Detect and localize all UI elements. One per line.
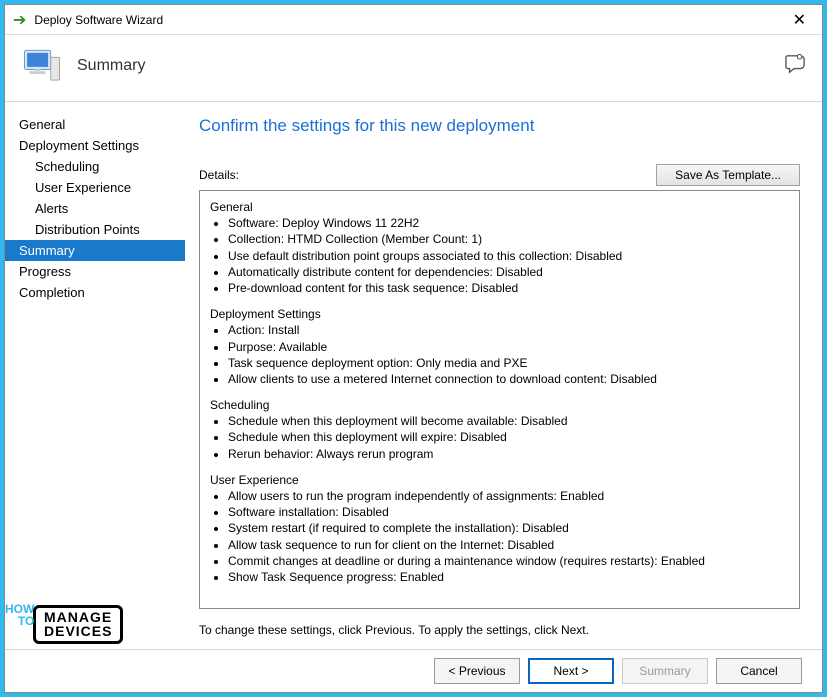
cancel-button[interactable]: Cancel <box>716 658 802 684</box>
list-item: Pre-download content for this task seque… <box>228 280 777 296</box>
list-item: Allow clients to use a metered Internet … <box>228 371 777 387</box>
list-item: Task sequence deployment option: Only me… <box>228 355 777 371</box>
list-item: Commit changes at deadline or during a m… <box>228 553 777 569</box>
list-item: Schedule when this deployment will becom… <box>228 413 777 429</box>
list-item: Automatically distribute content for dep… <box>228 264 777 280</box>
wizard-window: ➔ Deploy Software Wizard ✕ Summary Gener… <box>4 4 823 693</box>
sidebar-item-deployment-settings[interactable]: Deployment Settings <box>5 135 185 156</box>
save-as-template-button[interactable]: Save As Template... <box>656 164 800 186</box>
sidebar-item-general[interactable]: General <box>5 114 185 135</box>
section-list: Schedule when this deployment will becom… <box>228 413 777 462</box>
list-item: Purpose: Available <box>228 339 777 355</box>
close-icon[interactable]: ✕ <box>785 10 814 30</box>
page-title: Summary <box>77 57 145 75</box>
section-title: General <box>210 199 777 215</box>
section-title: Scheduling <box>210 397 777 413</box>
section-list: Action: InstallPurpose: AvailableTask se… <box>228 322 777 387</box>
footer: < Previous Next > Summary Cancel <box>5 649 822 692</box>
previous-button[interactable]: < Previous <box>434 658 520 684</box>
sidebar-item-distribution-points[interactable]: Distribution Points <box>5 219 185 240</box>
computer-icon <box>21 45 63 87</box>
sidebar-item-alerts[interactable]: Alerts <box>5 198 185 219</box>
main-heading: Confirm the settings for this new deploy… <box>199 116 800 136</box>
list-item: Use default distribution point groups as… <box>228 248 777 264</box>
sidebar-item-completion[interactable]: Completion <box>5 282 185 303</box>
list-item: Collection: HTMD Collection (Member Coun… <box>228 231 777 247</box>
list-item: Software: Deploy Windows 11 22H2 <box>228 215 777 231</box>
list-item: Action: Install <box>228 322 777 338</box>
help-icon[interactable] <box>784 54 806 79</box>
sidebar-item-user-experience[interactable]: User Experience <box>5 177 185 198</box>
details-box[interactable]: GeneralSoftware: Deploy Windows 11 22H2C… <box>199 190 800 609</box>
list-item: System restart (if required to complete … <box>228 520 777 536</box>
details-label: Details: <box>199 168 656 182</box>
sidebar: GeneralDeployment SettingsSchedulingUser… <box>5 102 185 649</box>
list-item: Show Task Sequence progress: Enabled <box>228 569 777 585</box>
sidebar-item-progress[interactable]: Progress <box>5 261 185 282</box>
list-item: Allow users to run the program independe… <box>228 488 777 504</box>
summary-button: Summary <box>622 658 708 684</box>
sidebar-item-scheduling[interactable]: Scheduling <box>5 156 185 177</box>
sidebar-item-summary[interactable]: Summary <box>5 240 185 261</box>
list-item: Rerun behavior: Always rerun program <box>228 446 777 462</box>
next-button[interactable]: Next > <box>528 658 614 684</box>
titlebar: ➔ Deploy Software Wizard ✕ <box>5 5 822 35</box>
list-item: Allow task sequence to run for client on… <box>228 537 777 553</box>
section-list: Allow users to run the program independe… <box>228 488 777 585</box>
header: Summary <box>5 35 822 102</box>
hint-text: To change these settings, click Previous… <box>199 623 800 637</box>
section-title: User Experience <box>210 472 777 488</box>
section-list: Software: Deploy Windows 11 22H2Collecti… <box>228 215 777 296</box>
section-title: Deployment Settings <box>210 306 777 322</box>
details-row: Details: Save As Template... <box>199 164 800 186</box>
window-title: Deploy Software Wizard <box>34 13 784 27</box>
main-panel: Confirm the settings for this new deploy… <box>185 102 822 649</box>
list-item: Software installation: Disabled <box>228 504 777 520</box>
wizard-arrow-icon: ➔ <box>13 10 26 30</box>
body: GeneralDeployment SettingsSchedulingUser… <box>5 102 822 649</box>
list-item: Schedule when this deployment will expir… <box>228 429 777 445</box>
